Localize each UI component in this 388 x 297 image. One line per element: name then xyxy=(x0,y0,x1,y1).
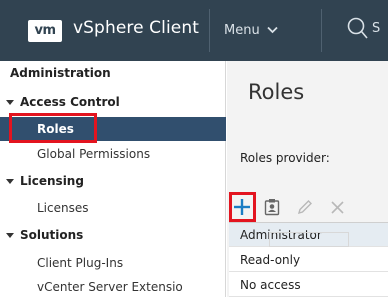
clone-role-icon xyxy=(264,199,280,216)
add-role-button[interactable] xyxy=(231,196,253,218)
admin-sidebar: Administration Access Control Roles Glob… xyxy=(0,61,226,297)
sidebar-group-solutions[interactable]: Solutions xyxy=(6,228,83,242)
menu-button[interactable]: Menu xyxy=(224,20,278,40)
main-content: Roles Roles provider: Administrator Read… xyxy=(227,61,388,297)
tooltip-ghost xyxy=(269,232,349,247)
sidebar-item-label: Global Permissions xyxy=(37,147,151,161)
pencil-icon xyxy=(297,199,312,214)
search-icon xyxy=(347,17,368,39)
sidebar-item-label: Client Plug-Ins xyxy=(37,256,124,270)
role-name: No access xyxy=(240,278,301,292)
caret-down-icon xyxy=(6,178,14,184)
sidebar-item-global-permissions[interactable]: Global Permissions xyxy=(0,142,226,166)
sidebar-group-label: Solutions xyxy=(20,228,84,242)
plus-icon xyxy=(234,199,250,215)
page-title: Roles xyxy=(248,80,305,104)
roles-toolbar xyxy=(227,192,388,222)
sidebar-item-client-plugins[interactable]: Client Plug-Ins xyxy=(0,251,226,275)
sidebar-group-licensing[interactable]: Licensing xyxy=(6,174,84,188)
sidebar-item-roles[interactable]: Roles xyxy=(0,117,226,141)
sidebar-item-vcenter-extensions[interactable]: vCenter Server Extensio xyxy=(0,275,226,297)
sidebar-group-label: Licensing xyxy=(20,174,84,188)
vmware-logo: vm xyxy=(28,20,62,42)
role-name: Read-only xyxy=(240,253,301,267)
edit-role-button[interactable] xyxy=(293,196,315,218)
sidebar-group-access-control[interactable]: Access Control xyxy=(6,95,120,109)
close-icon xyxy=(330,200,344,214)
header-divider xyxy=(321,9,322,52)
global-search[interactable]: S xyxy=(346,16,380,40)
roles-provider-label: Roles provider: xyxy=(240,151,330,165)
caret-down-icon xyxy=(6,232,14,238)
sidebar-heading: Administration xyxy=(10,66,111,80)
caret-down-icon xyxy=(6,99,14,105)
clone-role-button[interactable] xyxy=(261,196,283,218)
top-header: vm vSphere Client Menu S xyxy=(0,0,388,61)
list-item-read-only[interactable]: Read-only xyxy=(229,248,388,272)
sidebar-item-label: vCenter Server Extensio xyxy=(37,280,183,294)
delete-role-button[interactable] xyxy=(326,196,348,218)
app-title: vSphere Client xyxy=(73,18,199,38)
list-item-no-access[interactable]: No access xyxy=(229,273,388,297)
sidebar-group-label: Access Control xyxy=(20,95,120,109)
header-divider xyxy=(209,9,210,52)
sidebar-item-label: Roles xyxy=(37,122,74,136)
search-label: S xyxy=(372,20,381,36)
sidebar-item-label: Licenses xyxy=(37,201,89,215)
sidebar-item-licenses[interactable]: Licenses xyxy=(0,196,226,220)
menu-label: Menu xyxy=(224,22,260,38)
chevron-down-icon xyxy=(267,26,278,34)
